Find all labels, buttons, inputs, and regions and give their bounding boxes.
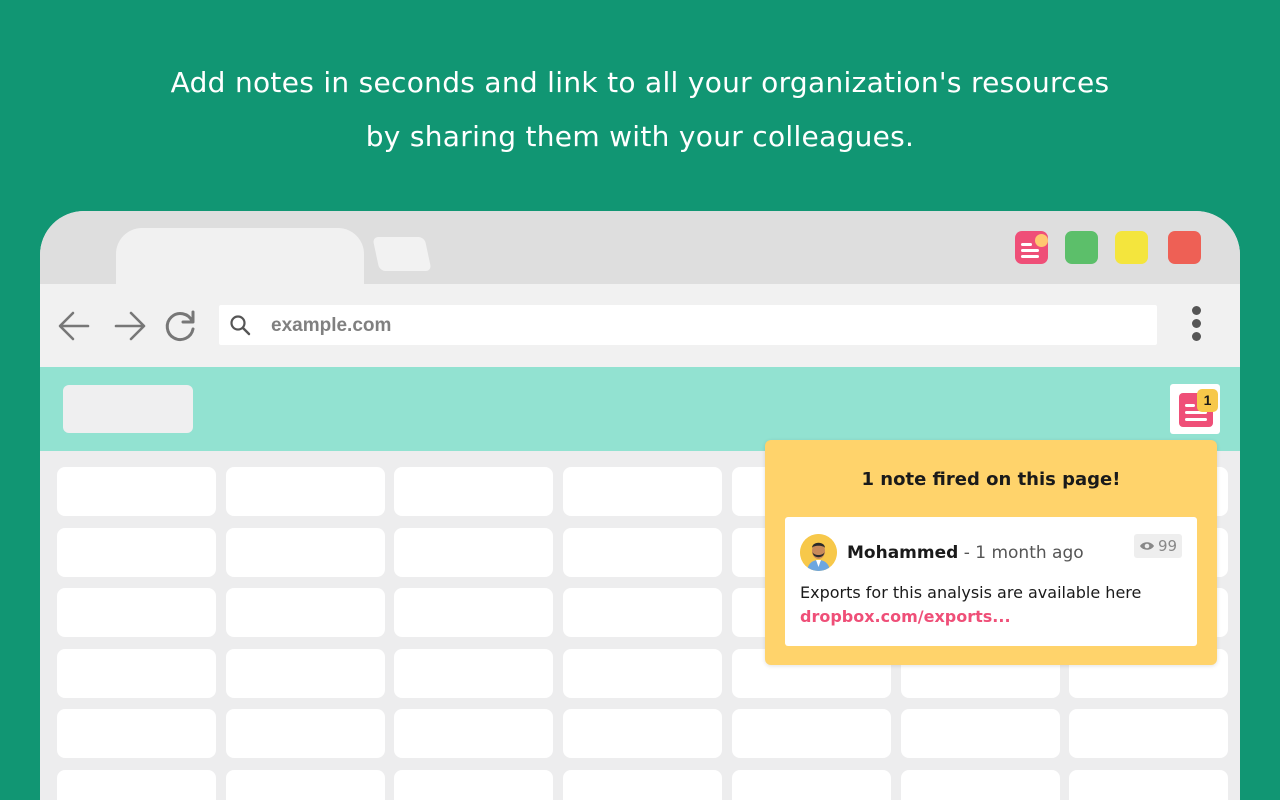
grid-cell-placeholder <box>57 709 216 758</box>
grid-cell-placeholder <box>394 649 553 698</box>
promo-headline: Add notes in seconds and link to all you… <box>0 56 1280 164</box>
browser-toolbar: example.com <box>40 284 1240 367</box>
yellow-extension-icon[interactable] <box>1115 231 1148 264</box>
note-time: 1 month ago <box>975 543 1084 563</box>
reload-icon <box>165 310 195 342</box>
site-header: 1 <box>40 367 1240 451</box>
eye-icon <box>1140 542 1154 550</box>
grid-cell-placeholder <box>563 588 722 637</box>
note-body: Exports for this analysis are available … <box>800 583 1142 602</box>
grid-cell-placeholder <box>563 709 722 758</box>
avatar <box>800 534 837 571</box>
grid-cell-placeholder <box>901 770 1060 800</box>
search-icon <box>230 315 251 336</box>
green-extension-icon[interactable] <box>1065 231 1098 264</box>
promo-line-1: Add notes in seconds and link to all you… <box>170 66 1110 99</box>
notes-extension-icon[interactable] <box>1015 231 1048 264</box>
grid-cell-placeholder <box>226 588 385 637</box>
views-badge: 99 <box>1134 534 1182 558</box>
grid-cell-placeholder <box>226 528 385 577</box>
grid-cell-placeholder <box>226 709 385 758</box>
promo-line-2: by sharing them with your colleagues. <box>365 120 915 153</box>
red-extension-icon[interactable] <box>1168 231 1201 264</box>
reload-button[interactable] <box>160 307 200 345</box>
grid-cell-placeholder <box>57 528 216 577</box>
grid-cell-placeholder <box>226 649 385 698</box>
grid-cell-placeholder <box>732 770 891 800</box>
grid-cell-placeholder <box>563 528 722 577</box>
grid-cell-placeholder <box>394 588 553 637</box>
note-link[interactable]: dropbox.com/exports... <box>800 607 1011 626</box>
note-separator: - <box>958 543 976 563</box>
note-meta: Mohammed - 1 month ago <box>847 543 1084 563</box>
tab-bar <box>40 211 1240 288</box>
grid-cell-placeholder <box>226 467 385 516</box>
grid-cell-placeholder <box>394 709 553 758</box>
back-button[interactable] <box>54 307 94 345</box>
grid-cell-placeholder <box>57 467 216 516</box>
views-count: 99 <box>1158 537 1178 555</box>
grid-cell-placeholder <box>394 770 553 800</box>
grid-cell-placeholder <box>732 709 891 758</box>
url-text[interactable]: example.com <box>271 315 391 337</box>
site-logo-placeholder[interactable] <box>63 385 193 433</box>
grid-cell-placeholder <box>394 467 553 516</box>
grid-cell-placeholder <box>57 588 216 637</box>
grid-cell-placeholder <box>57 770 216 800</box>
grid-cell-placeholder <box>1069 709 1228 758</box>
new-tab-button[interactable] <box>372 237 432 271</box>
grid-cell-placeholder <box>1069 770 1228 800</box>
forward-button[interactable] <box>110 307 150 345</box>
grid-cell-placeholder <box>57 649 216 698</box>
note-author: Mohammed <box>847 543 959 563</box>
grid-cell-placeholder <box>563 467 722 516</box>
forward-arrow-icon <box>114 311 146 341</box>
address-bar[interactable]: example.com <box>219 305 1157 345</box>
note-card[interactable]: Mohammed - 1 month ago 99 Exports for th… <box>785 517 1197 646</box>
notes-count-badge: 1 <box>1197 389 1218 412</box>
grid-cell-placeholder <box>226 770 385 800</box>
notes-widget-button[interactable]: 1 <box>1170 384 1220 434</box>
active-tab[interactable] <box>116 228 364 288</box>
popup-title: 1 note fired on this page! <box>861 469 1121 490</box>
grid-cell-placeholder <box>563 649 722 698</box>
grid-cell-placeholder <box>394 528 553 577</box>
back-arrow-icon <box>58 311 90 341</box>
grid-cell-placeholder <box>901 709 1060 758</box>
grid-cell-placeholder <box>563 770 722 800</box>
notes-popup: 1 note fired on this page! Mohammed - 1 … <box>765 440 1217 665</box>
more-options-icon[interactable] <box>1184 306 1208 346</box>
